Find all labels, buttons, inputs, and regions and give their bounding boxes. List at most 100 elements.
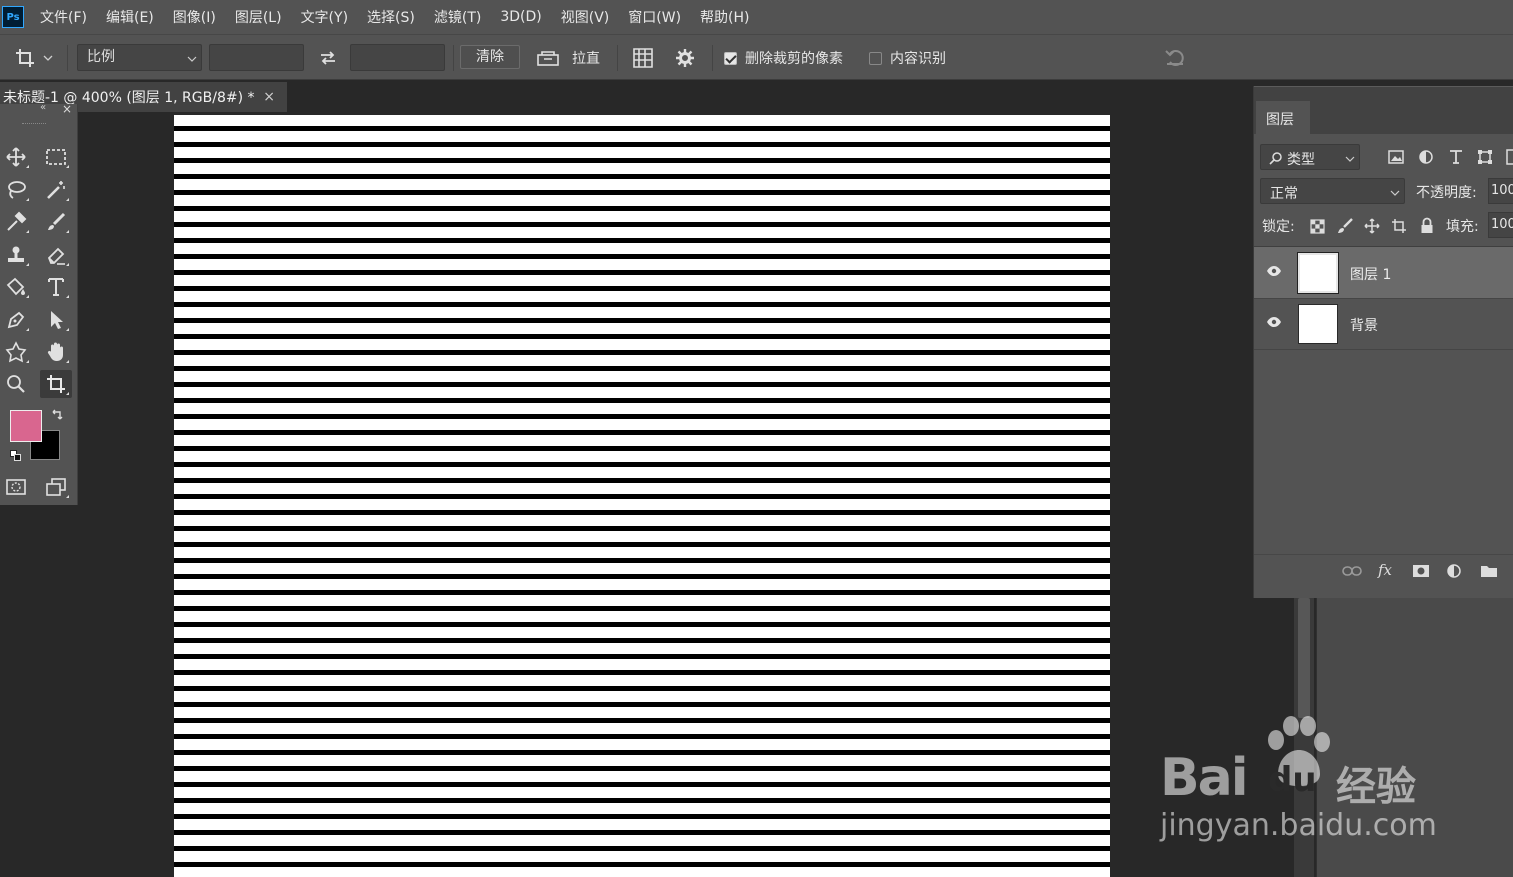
close-toolbox-button[interactable]: × [62,102,72,116]
shape-filter-icon[interactable] [1477,149,1493,165]
foreground-color-swatch[interactable] [10,410,42,442]
delete-cropped-pixels-checkbox[interactable]: 删除裁剪的像素 [724,35,843,81]
type-filter-icon[interactable] [1448,149,1464,165]
move-tool[interactable] [0,143,32,171]
baidu-jingyan-watermark: Bai du 经验 jingyan.baidu.com [1160,712,1450,852]
swap-arrows-icon [321,51,335,65]
marquee-tool[interactable] [40,143,72,171]
tool-preset-picker[interactable] [14,35,54,81]
custom-shape-tool[interactable] [0,338,32,366]
path-selection-tool[interactable] [40,306,72,334]
filter-kind-value: 类型 [1287,152,1315,168]
clone-stamp-tool[interactable] [0,241,32,269]
overlay-options-button[interactable] [632,35,654,81]
lock-transparent-pixels-icon[interactable] [1310,219,1325,234]
crop-tool[interactable] [40,370,72,398]
type-tool[interactable] [40,273,72,301]
reset-button[interactable] [1164,35,1188,81]
adjustment-filter-icon[interactable] [1418,149,1434,165]
menu-3d[interactable]: 3D(D) [500,9,541,25]
shape-icon [5,341,27,363]
menu-view[interactable]: 视图(V) [561,7,610,27]
watermark-url: jingyan.baidu.com [1160,808,1437,843]
screen-mode-icon [46,478,66,496]
chevron-down-icon [1345,156,1355,162]
eye-visibility-icon[interactable] [1266,316,1282,328]
photoshop-logo[interactable]: Ps [2,6,24,28]
lasso-icon [8,181,26,199]
menu-edit[interactable]: 编辑(E) [106,7,154,27]
tab-layers[interactable]: 图层 [1256,101,1310,135]
default-colors-icon[interactable] [10,450,22,462]
level-icon [537,51,559,66]
layer-thumbnail [1297,252,1339,294]
smart-object-filter-icon[interactable] [1506,149,1513,165]
menu-filter[interactable]: 滤镜(T) [434,7,481,27]
menu-select[interactable]: 选择(S) [367,7,415,27]
menu-type[interactable]: 文字(Y) [301,7,348,27]
type-icon [48,278,64,296]
lasso-tool[interactable] [0,176,32,204]
swap-button[interactable] [318,35,338,81]
undo-icon [1165,50,1184,66]
content-aware-checkbox[interactable]: 内容识别 [869,35,946,81]
screen-mode-button[interactable] [40,473,72,501]
magnifier-icon [7,375,25,393]
toolbox-header[interactable]: « × [0,102,78,118]
scrollbar-thumb[interactable] [1298,598,1310,718]
menu-help[interactable]: 帮助(H) [700,7,749,27]
swap-colors-icon[interactable] [50,409,64,423]
straighten-button[interactable]: 拉直 [536,35,600,81]
eraser-tool[interactable] [40,241,72,269]
layer-name: 图层 1 [1350,267,1392,283]
lock-position-icon[interactable] [1364,218,1380,234]
collapse-toolbox-button[interactable]: « [40,102,46,113]
layers-panel-header: 图层 [1254,86,1513,135]
fill-input[interactable]: 100% [1488,212,1513,238]
menu-layer[interactable]: 图层(L) [235,7,282,27]
layer-row-layer1[interactable]: 图层 1 [1254,247,1513,299]
new-group-folder-icon[interactable] [1480,564,1498,578]
magic-wand-tool[interactable] [40,176,72,204]
quick-mask-button[interactable] [0,473,32,501]
eye-visibility-icon[interactable] [1266,265,1282,277]
options-bar: 比例 清除 拉直 删除裁剪的像素 内容识别 [0,34,1513,80]
menu-image[interactable]: 图像(I) [173,7,216,27]
separator [712,45,713,71]
pen-tool[interactable] [0,306,32,334]
toolbox-grip[interactable] [22,123,46,125]
crop-settings-button[interactable] [675,35,695,81]
ratio-height-input[interactable] [350,44,445,71]
eyedropper-tool[interactable] [0,208,32,236]
lock-artboard-icon[interactable] [1391,218,1407,234]
pixel-filter-icon[interactable] [1388,150,1404,164]
clear-button[interactable]: 清除 [460,45,520,69]
paint-bucket-icon [6,277,25,296]
layer-style-fx-button[interactable]: fx [1378,561,1392,579]
link-layers-icon[interactable] [1342,565,1362,577]
ratio-width-input[interactable] [209,44,304,71]
filter-kind-select[interactable]: 类型 [1260,144,1360,170]
quick-mask-icon [6,479,26,495]
paint-bucket-tool[interactable] [0,273,32,301]
hand-tool[interactable] [40,338,72,366]
search-icon [1269,152,1282,165]
document-canvas[interactable] [174,115,1110,877]
opacity-label: 不透明度: [1416,185,1477,201]
ratio-select[interactable]: 比例 [77,44,202,71]
add-mask-icon[interactable] [1412,564,1430,578]
zoom-tool[interactable] [0,370,32,398]
brush-tool[interactable] [40,208,72,236]
magic-wand-icon [47,181,65,199]
close-document-button[interactable]: × [263,89,275,105]
opacity-input[interactable]: 100% [1488,178,1513,204]
menu-file[interactable]: 文件(F) [40,7,87,27]
move-icon [6,147,26,167]
menu-window[interactable]: 窗口(W) [628,7,681,27]
new-adjustment-layer-icon[interactable] [1446,563,1462,579]
blend-mode-select[interactable]: 正常 [1260,178,1405,204]
lock-all-icon[interactable] [1420,217,1434,234]
layer-row-background[interactable]: 背景 [1254,298,1513,350]
watermark-jingyan: 经验 [1336,764,1416,810]
lock-image-pixels-icon[interactable] [1337,218,1353,234]
